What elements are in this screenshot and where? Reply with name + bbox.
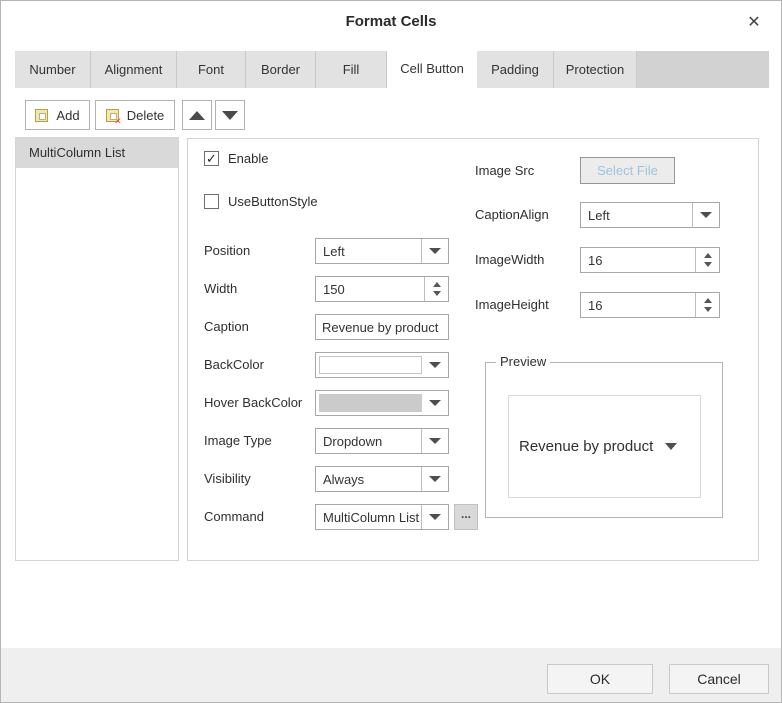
- dialog-footer: OK Cancel: [1, 648, 781, 703]
- chevron-down-icon[interactable]: [421, 467, 448, 491]
- add-button[interactable]: Add: [25, 100, 90, 130]
- tab-strip: Number Alignment Font Border Fill Cell B…: [15, 51, 769, 88]
- enable-checkbox[interactable]: ✓ Enable: [204, 151, 268, 166]
- close-icon[interactable]: ✕: [743, 12, 765, 34]
- command-dropdown[interactable]: MultiColumn List: [315, 504, 449, 530]
- chevron-down-icon[interactable]: [421, 505, 448, 529]
- delete-icon: ✕: [106, 109, 119, 122]
- spinner-buttons[interactable]: [695, 248, 719, 272]
- spinner-up-icon: [433, 282, 441, 287]
- visibility-dropdown[interactable]: Always: [315, 466, 449, 492]
- backcolor-swatch: [319, 356, 422, 374]
- checkbox-checked-icon: ✓: [204, 151, 219, 166]
- cell-button-list: MultiColumn List: [15, 137, 179, 561]
- tab-fill[interactable]: Fill: [316, 51, 387, 88]
- chevron-down-icon[interactable]: [421, 429, 448, 453]
- backcolor-label: BackColor: [204, 357, 264, 372]
- spinner-up-icon: [704, 253, 712, 258]
- arrow-down-icon: [222, 111, 238, 120]
- chevron-down-icon[interactable]: [422, 353, 448, 377]
- spinner-down-icon: [704, 307, 712, 312]
- chevron-down-icon[interactable]: [692, 203, 719, 227]
- visibility-label: Visibility: [204, 471, 251, 486]
- hover-backcolor-dropdown[interactable]: [315, 390, 449, 416]
- delete-button[interactable]: ✕ Delete: [95, 100, 175, 130]
- tab-padding[interactable]: Padding: [477, 51, 554, 88]
- list-item-multicolumn-list[interactable]: MultiColumn List: [16, 138, 178, 168]
- tab-number[interactable]: Number: [15, 51, 91, 88]
- tab-cell-button[interactable]: Cell Button: [387, 48, 477, 91]
- dropdown-arrow-icon: [665, 443, 677, 450]
- use-button-style-label: UseButtonStyle: [228, 194, 318, 209]
- arrow-up-icon: [189, 111, 205, 120]
- position-dropdown[interactable]: Left: [315, 238, 449, 264]
- image-height-spinner[interactable]: 16: [580, 292, 720, 318]
- cell-button-settings-panel: ✓ Enable UseButtonStyle Position Left Wi…: [187, 138, 759, 561]
- caption-label: Caption: [204, 319, 249, 334]
- chevron-down-icon[interactable]: [421, 239, 448, 263]
- backcolor-dropdown[interactable]: [315, 352, 449, 378]
- tab-strip-filler: [637, 51, 769, 88]
- preview-cell-button[interactable]: Revenue by product: [508, 395, 701, 498]
- tab-alignment[interactable]: Alignment: [91, 51, 177, 88]
- image-width-spinner[interactable]: 16: [580, 247, 720, 273]
- chevron-down-icon[interactable]: [422, 391, 448, 415]
- hover-backcolor-label: Hover BackColor: [204, 395, 302, 410]
- caption-align-dropdown[interactable]: Left: [580, 202, 720, 228]
- image-width-label: ImageWidth: [475, 252, 544, 267]
- preview-group-label: Preview: [496, 354, 550, 369]
- tab-border[interactable]: Border: [246, 51, 316, 88]
- tab-font[interactable]: Font: [177, 51, 246, 88]
- add-icon: [35, 109, 48, 122]
- caption-align-label: CaptionAlign: [475, 207, 549, 222]
- width-label: Width: [204, 281, 237, 296]
- command-label: Command: [204, 509, 264, 524]
- tab-protection[interactable]: Protection: [554, 51, 637, 88]
- position-label: Position: [204, 243, 250, 258]
- caption-input[interactable]: [315, 314, 449, 340]
- image-height-label: ImageHeight: [475, 297, 549, 312]
- image-type-label: Image Type: [204, 433, 272, 448]
- preview-button-caption: Revenue by product: [519, 438, 653, 455]
- spinner-buttons[interactable]: [695, 293, 719, 317]
- delete-button-label: Delete: [127, 108, 165, 123]
- format-cells-dialog: Format Cells ✕ Number Alignment Font Bor…: [0, 0, 782, 703]
- cancel-button[interactable]: Cancel: [669, 664, 769, 694]
- select-file-button[interactable]: Select File: [580, 157, 675, 184]
- page-title: Format Cells: [1, 13, 781, 30]
- hover-backcolor-swatch: [319, 394, 422, 412]
- image-type-dropdown[interactable]: Dropdown: [315, 428, 449, 454]
- image-src-label: Image Src: [475, 163, 534, 178]
- spinner-up-icon: [704, 298, 712, 303]
- checkbox-unchecked-icon: [204, 194, 219, 209]
- spinner-down-icon: [433, 291, 441, 296]
- title-bar: Format Cells ✕: [1, 1, 781, 48]
- move-up-button[interactable]: [182, 100, 212, 130]
- command-browse-button[interactable]: ...: [454, 504, 478, 530]
- spinner-buttons[interactable]: [424, 277, 448, 301]
- use-button-style-checkbox[interactable]: UseButtonStyle: [204, 194, 318, 209]
- preview-group: Preview Revenue by product: [485, 362, 723, 518]
- move-down-button[interactable]: [215, 100, 245, 130]
- width-spinner[interactable]: 150: [315, 276, 449, 302]
- enable-label: Enable: [228, 151, 268, 166]
- ok-button[interactable]: OK: [547, 664, 653, 694]
- spinner-down-icon: [704, 262, 712, 267]
- add-button-label: Add: [56, 108, 79, 123]
